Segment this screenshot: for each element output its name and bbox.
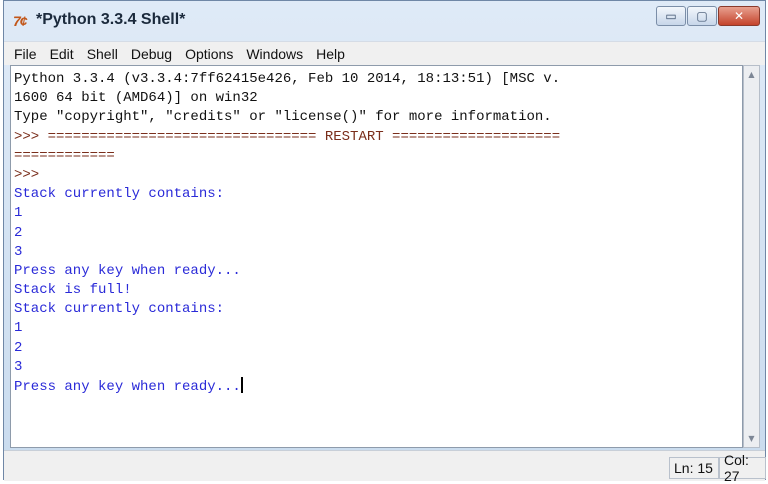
idle-shell-window: 7¢ *Python 3.3.4 Shell* ▭ ▢ ✕ File Edit … [3, 0, 766, 484]
maximize-button[interactable]: ▢ [687, 6, 717, 26]
shell-text-area[interactable]: Python 3.3.4 (v3.3.4:7ff62415e426, Feb 1… [10, 65, 743, 448]
close-icon: ✕ [733, 9, 745, 23]
shell-line: Press any key when ready... [14, 377, 742, 396]
shell-line: Python 3.3.4 (v3.3.4:7ff62415e426, Feb 1… [14, 70, 742, 89]
shell-line: ============ [14, 147, 742, 166]
shell-line-text: 1 [14, 320, 23, 337]
column-number-indicator: Col: 27 [719, 452, 766, 484]
shell-line: Stack currently contains: [14, 185, 742, 204]
menu-file[interactable]: File [14, 46, 37, 62]
window-title: *Python 3.3.4 Shell* [36, 11, 186, 28]
menu-help[interactable]: Help [316, 46, 345, 62]
title-bar[interactable]: 7¢ *Python 3.3.4 Shell* ▭ ▢ ✕ [4, 1, 765, 41]
shell-line-text: >>> [14, 166, 40, 183]
maximize-icon: ▢ [696, 9, 708, 23]
shell-line: 2 [14, 224, 742, 243]
shell-line: 1 [14, 319, 742, 338]
shell-line-text: 1600 64 bit (AMD64)] on win32 [14, 90, 258, 107]
window-controls: ▭ ▢ ✕ [655, 6, 760, 26]
shell-line-text: Press any key when ready... [14, 379, 241, 395]
shell-line-text: Stack is full! [14, 282, 132, 299]
line-number-indicator: Ln: 15 [669, 457, 719, 479]
shell-line: 3 [14, 358, 742, 377]
shell-line: 1600 64 bit (AMD64)] on win32 [14, 89, 742, 108]
shell-line-text: 3 [14, 243, 23, 260]
shell-line-text: >>> ================================ RES… [14, 128, 561, 145]
shell-line: 2 [14, 339, 742, 358]
shell-line-text: 3 [14, 358, 23, 375]
minimize-icon: ▭ [665, 9, 677, 23]
menu-options[interactable]: Options [185, 46, 233, 62]
shell-line-text: Stack currently contains: [14, 186, 225, 203]
scroll-down-arrow-icon[interactable]: ▼ [744, 430, 759, 447]
shell-line-text: ============ [14, 147, 115, 164]
menu-windows[interactable]: Windows [246, 46, 303, 62]
shell-line: Stack currently contains: [14, 300, 742, 319]
python-idle-icon: 7¢ [13, 13, 28, 29]
shell-line-text: Type "copyright", "credits" or "license(… [14, 109, 552, 126]
vertical-scrollbar[interactable]: ▲ ▼ [743, 65, 760, 448]
shell-line-text: 2 [14, 339, 23, 356]
shell-line: Stack is full! [14, 281, 742, 300]
shell-line: >>> [14, 166, 742, 185]
menu-shell[interactable]: Shell [87, 46, 118, 62]
shell-line: Type "copyright", "credits" or "license(… [14, 108, 742, 127]
shell-line: Press any key when ready... [14, 262, 742, 281]
close-button[interactable]: ✕ [718, 6, 760, 26]
shell-line-text: Stack currently contains: [14, 301, 225, 318]
menu-debug[interactable]: Debug [131, 46, 172, 62]
shell-line-text: Press any key when ready... [14, 262, 241, 279]
shell-line: 3 [14, 243, 742, 262]
shell-line: 1 [14, 204, 742, 223]
scroll-up-arrow-icon[interactable]: ▲ [744, 66, 759, 83]
menu-edit[interactable]: Edit [50, 46, 74, 62]
text-cursor [240, 377, 243, 393]
status-bar: Ln: 15 Col: 27 [4, 450, 766, 484]
shell-line-text: 1 [14, 205, 23, 222]
shell-line-text: Python 3.3.4 (v3.3.4:7ff62415e426, Feb 1… [14, 71, 561, 87]
menu-bar: File Edit Shell Debug Options Windows He… [4, 41, 765, 65]
shell-line: >>> ================================ RES… [14, 128, 742, 147]
minimize-button[interactable]: ▭ [656, 6, 686, 26]
shell-line-text: 2 [14, 224, 23, 241]
